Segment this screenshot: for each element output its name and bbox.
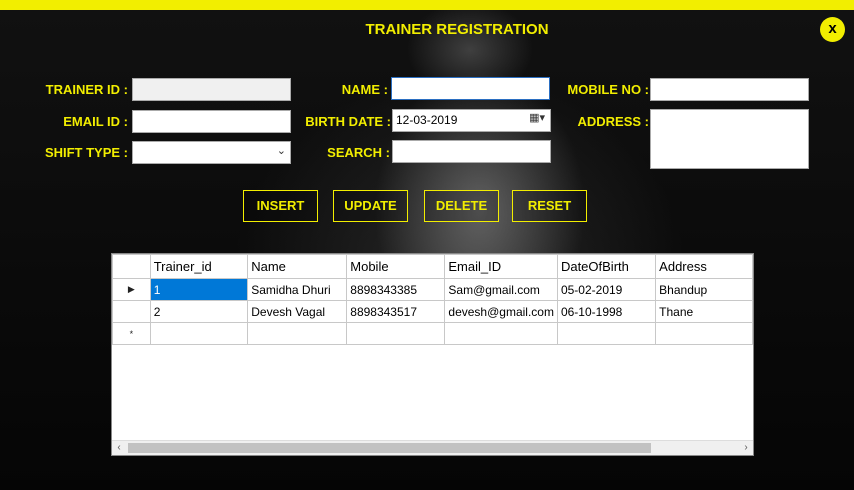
table-cell[interactable]: 8898343517 [346,300,446,323]
column-header-mobile[interactable]: Mobile [346,254,446,279]
column-header-address[interactable]: Address [655,254,753,279]
email-id-label: EMAIL ID : [63,114,128,129]
search-label: SEARCH : [327,145,390,160]
address-label: ADDRESS : [577,114,649,129]
table-cell[interactable] [444,322,558,345]
table-cell[interactable] [556,322,657,345]
search-input[interactable] [392,140,551,163]
table-cell[interactable]: Bhandup [655,278,753,301]
insert-button[interactable]: INSERT [243,190,318,222]
birth-date-label: BIRTH DATE : [305,114,391,129]
table-cell[interactable]: Samidha Dhuri [247,278,348,301]
mobile-no-field[interactable] [650,78,809,101]
name-field[interactable] [391,77,550,100]
current-row-arrow-icon[interactable]: ▶ [112,278,151,301]
mobile-no-label: MOBILE NO : [567,82,649,97]
table-cell[interactable]: 2 [149,300,249,323]
page-title: TRAINER REGISTRATION [365,21,549,38]
trainer-id-label: TRAINER ID : [45,82,128,97]
column-header-date-of-birth[interactable]: DateOfBirth [556,254,657,279]
trainer-data-grid[interactable]: Trainer_id Name Mobile Email_ID DateOfBi… [111,253,754,456]
scroll-right-icon[interactable]: › [739,441,753,455]
column-header-email-id[interactable]: Email_ID [444,254,558,279]
table-cell[interactable]: Sam@gmail.com [444,278,558,301]
address-textarea[interactable] [650,109,809,169]
calendar-icon[interactable]: ▦▾ [529,111,545,124]
table-cell[interactable]: 05-02-2019 [556,278,657,301]
row-header[interactable] [112,300,151,323]
top-accent-bar [0,0,854,10]
new-table-row[interactable]: * [112,322,753,345]
table-cell[interactable] [149,322,249,345]
birth-date-value: 12-03-2019 [396,113,458,127]
table-cell[interactable]: 1 [149,278,249,301]
table-cell[interactable] [247,322,348,345]
reset-button[interactable]: RESET [512,190,587,222]
update-button[interactable]: UPDATE [333,190,408,222]
trainer-id-field[interactable] [132,78,291,101]
close-button[interactable]: x [820,17,845,42]
new-row-asterisk-icon[interactable]: * [112,322,151,345]
name-label: NAME : [341,82,388,97]
delete-button[interactable]: DELETE [424,190,499,222]
shift-type-select[interactable]: ⌄ [132,141,291,164]
scroll-left-icon[interactable]: ‹ [112,441,126,455]
table-cell[interactable]: Thane [655,300,753,323]
column-header-name[interactable]: Name [247,254,348,279]
chevron-down-icon[interactable]: ⌄ [277,144,286,157]
table-cell[interactable]: Devesh Vagal [247,300,348,323]
row-header-corner[interactable] [112,254,151,279]
table-cell[interactable] [655,322,753,345]
scrollbar-thumb[interactable] [128,443,651,453]
table-cell[interactable]: 06-10-1998 [556,300,657,323]
table-cell[interactable] [346,322,446,345]
table-cell[interactable]: 8898343385 [346,278,446,301]
grid-header-row: Trainer_id Name Mobile Email_ID DateOfBi… [112,254,753,279]
table-cell[interactable]: devesh@gmail.com [444,300,558,323]
birth-date-picker[interactable]: 12-03-2019 ▦▾ [392,109,551,132]
table-row[interactable]: ▶ 1 Samidha Dhuri 8898343385 Sam@gmail.c… [112,278,753,301]
horizontal-scrollbar[interactable]: ‹ › [112,440,753,455]
shift-type-label: SHIFT TYPE : [44,145,128,160]
email-id-field[interactable] [132,110,291,133]
table-row[interactable]: 2 Devesh Vagal 8898343517 devesh@gmail.c… [112,300,753,323]
column-header-trainer-id[interactable]: Trainer_id [149,254,249,279]
